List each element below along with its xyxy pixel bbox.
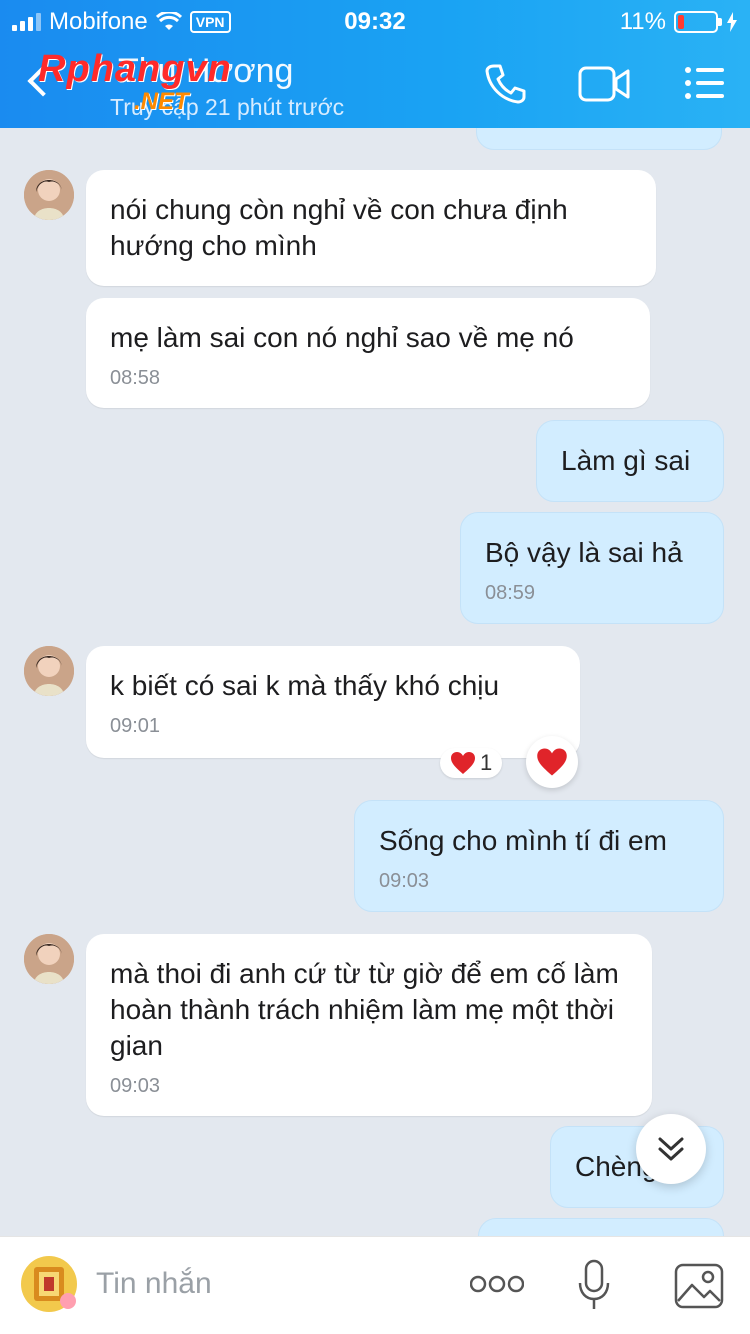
message-text: Bộ vậy là sai hả (485, 537, 683, 568)
scroll-down-button[interactable] (636, 1114, 706, 1184)
message-text: mẹ làm sai con nó nghỉ sao về mẹ nó (110, 322, 574, 353)
image-icon[interactable] (674, 1263, 724, 1309)
reaction-count[interactable]: 1 (440, 748, 503, 778)
message-text: mà thoi đi anh cứ từ từ giờ để em cố làm… (110, 958, 619, 1061)
message-bubble[interactable]: mà thoi đi anh cứ từ từ giờ để em cố làm… (86, 934, 652, 1116)
reaction-number: 1 (480, 750, 493, 775)
charging-icon (727, 12, 737, 32)
message-time: 09:03 (379, 870, 430, 892)
message-bubble-partial[interactable] (476, 128, 722, 150)
message-time: 09:01 (110, 715, 161, 737)
heart-icon (537, 748, 567, 776)
message-bubble[interactable]: k biết có sai k mà thấy khó chịu 09:01 (86, 646, 580, 758)
battery-percent: 11% (619, 8, 666, 35)
message-text: Làm gì sai (561, 445, 691, 476)
message-bubble[interactable]: Làm gì sai (536, 420, 724, 502)
message-time: 08:59 (485, 582, 536, 604)
double-chevron-down-icon (658, 1137, 684, 1161)
message-text: nói chung còn nghỉ về con chưa định hướn… (110, 194, 568, 261)
microphone-icon[interactable] (578, 1259, 610, 1311)
message-bubble[interactable]: mẹ làm sai con nó nghỉ sao về mẹ nó 08:5… (86, 298, 650, 408)
message-text: k biết có sai k mà thấy khó chịu (110, 670, 500, 701)
heart-icon (451, 752, 475, 774)
sticker-icon[interactable] (20, 1255, 78, 1313)
watermark-logo: Rphangvn .NET (38, 48, 232, 115)
message-bubble[interactable]: Bộ vậy là sai hả 08:59 (460, 512, 724, 624)
more-icon[interactable] (470, 1273, 524, 1295)
avatar[interactable] (24, 170, 74, 220)
phone-icon[interactable] (484, 62, 526, 104)
message-bubble[interactable]: nói chung còn nghỉ về con chưa định hướn… (86, 170, 656, 286)
video-call-icon[interactable] (578, 64, 632, 104)
battery-icon (674, 11, 722, 33)
message-bubble-partial[interactable] (478, 1218, 724, 1236)
menu-icon[interactable] (684, 66, 726, 100)
avatar[interactable] (24, 646, 74, 696)
chat-header: Mobifone VPN 09:32 11% Thu Hương Truy cậ… (0, 0, 750, 128)
message-time: 08:58 (110, 367, 161, 389)
message-bubble[interactable]: Sống cho mình tí đi em 09:03 (354, 800, 724, 912)
message-input-bar: Tin nhắn (0, 1236, 750, 1334)
message-list[interactable]: nói chung còn nghỉ về con chưa định hướn… (0, 128, 750, 1236)
avatar[interactable] (24, 934, 74, 984)
message-text: Sống cho mình tí đi em (379, 825, 667, 856)
message-input[interactable]: Tin nhắn (96, 1267, 212, 1301)
message-time: 09:03 (110, 1075, 161, 1097)
status-bar: Mobifone VPN 09:32 11% (0, 0, 750, 42)
react-button[interactable] (526, 736, 578, 788)
